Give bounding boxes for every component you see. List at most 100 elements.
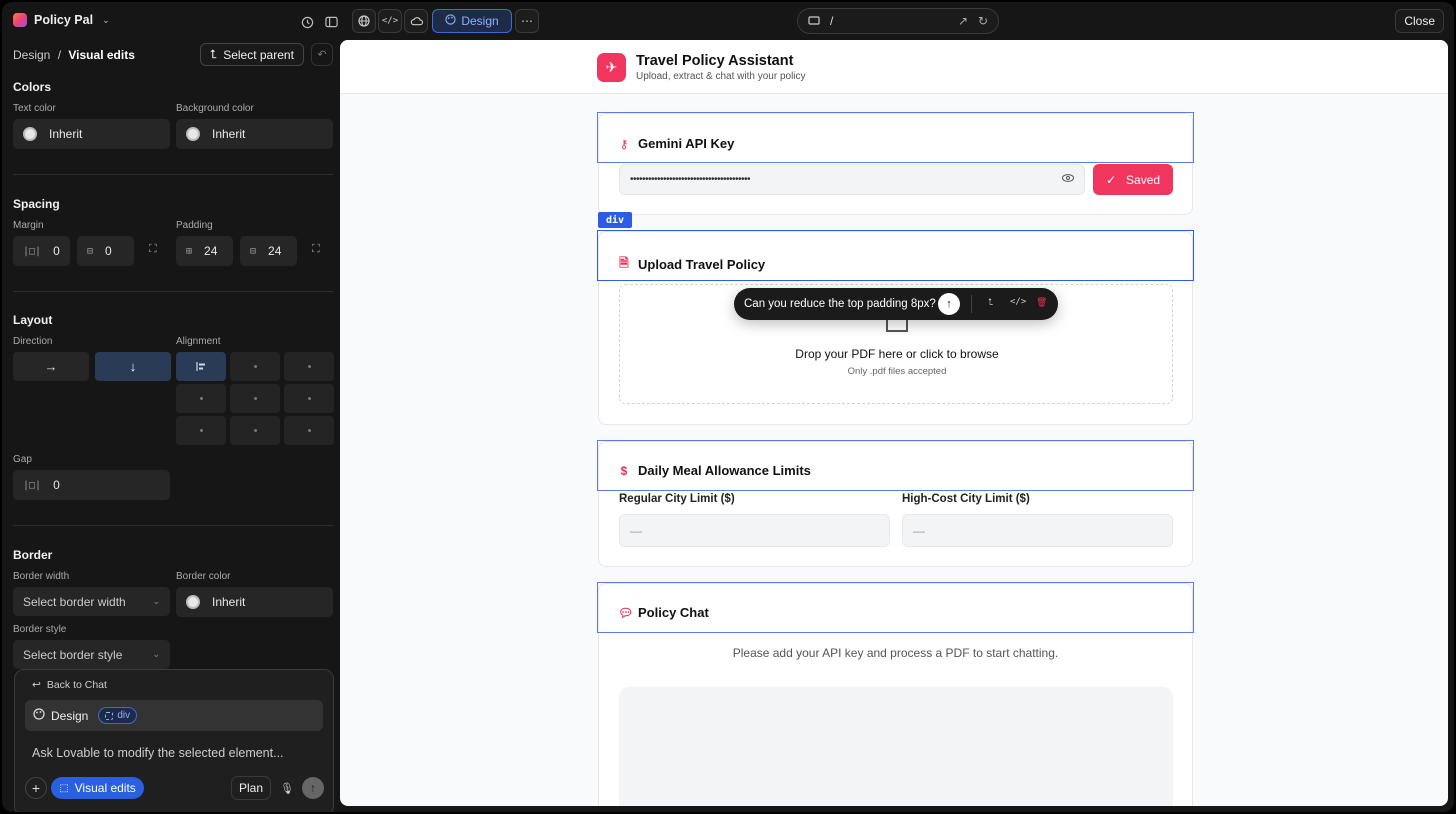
open-external-icon[interactable]: ↗ [958,14,968,28]
colors-section-title: Colors [13,80,52,94]
border-style-select[interactable]: Select border style ⌄ [13,640,170,669]
high-cost-limit-input[interactable]: — [902,514,1173,547]
undo-icon[interactable]: ↶ [311,43,333,66]
chat-messages-area [619,687,1173,806]
saved-label: Saved [1126,172,1161,187]
selected-element-tag: div [598,212,632,228]
project-switcher[interactable]: Policy Pal ⌄ [13,13,110,27]
history-icon[interactable] [296,11,318,33]
code-icon[interactable]: </> [378,9,402,33]
expand-sides-icon[interactable]: ⛶ [312,243,320,256]
dashed-square-icon [105,711,114,720]
visual-edits-button[interactable]: ⬚ Visual edits [51,777,144,799]
select-parent-button[interactable]: ⮤ Select parent [200,43,304,66]
gap-label: Gap [13,454,32,465]
plan-button[interactable]: Plan [231,776,271,800]
align-middle-left-button[interactable] [176,384,226,413]
app-preview: ✈ Travel Policy Assistant Upload, extrac… [340,40,1448,806]
api-key-input[interactable]: •••••••••••••••••••••••••••••••••••••••• [619,164,1085,195]
margin-x-value: 0 [53,244,60,258]
divider [13,291,333,292]
app-title: Travel Policy Assistant [636,53,794,69]
document-icon: 🗎 [619,256,629,270]
visual-edits-label: Visual edits [74,781,136,795]
chevron-down-icon: ⌄ [152,649,160,659]
back-to-chat-label: Back to Chat [46,679,107,691]
design-mode-button[interactable]: Design [432,9,512,33]
margin-label: Margin [13,220,44,231]
breadcrumb-root[interactable]: Design [13,48,50,62]
back-to-chat-link[interactable]: ↩ Back to Chat [32,679,107,691]
more-options-icon[interactable]: ⋯ [515,9,539,33]
policy-chat-title-text: Policy Chat [638,605,709,620]
edit-prompt-text[interactable]: Can you reduce the top padding 8px? [744,298,936,310]
regular-limit-input[interactable]: — [619,514,890,547]
app-header: ✈ Travel Policy Assistant Upload, extrac… [340,40,1448,94]
dropzone-subtitle: Only .pdf files accepted [847,366,947,377]
dropzone-title: Drop your PDF here or click to browse [795,347,999,361]
eye-icon[interactable] [1062,173,1074,185]
element-edit-prompt[interactable]: Can you reduce the top padding 8px? ↑ ⮤ … [734,288,1058,320]
palette-icon [445,14,456,28]
selected-element-chip[interactable]: div [98,707,138,724]
direction-column-button[interactable]: ↓ [95,352,171,381]
url-bar[interactable]: / ↗ ↻ [797,8,999,34]
padding-x-input[interactable]: ⊞ 24 [176,236,233,266]
align-left-icon [196,362,205,371]
refresh-icon[interactable]: ↻ [978,14,988,28]
breadcrumb: Design / Visual edits [13,48,135,62]
cloud-icon[interactable] [404,9,428,33]
api-key-value: •••••••••••••••••••••••••••••••••••••••• [630,174,751,185]
align-top-right-button[interactable] [284,352,334,381]
align-bottom-left-button[interactable] [176,416,226,445]
vertical-spacing-icon: ⊟ [87,245,94,257]
align-bottom-right-button[interactable] [284,416,334,445]
border-width-label: Border width [13,571,70,582]
direction-row-button[interactable]: → [13,352,89,381]
padding-y-input[interactable]: ⊟ 24 [240,236,297,266]
alignment-label: Alignment [176,336,221,347]
arrow-down-icon: ↓ [129,359,137,374]
chevron-down-icon: ⌄ [152,596,160,606]
device-preview-icon[interactable] [808,14,820,28]
globe-icon[interactable] [352,9,376,33]
chat-bubble-icon: 💬︎ [618,605,634,620]
code-icon[interactable]: </> [1010,297,1026,307]
microphone-icon[interactable]: 🎙 [277,777,297,799]
meal-limits-title: $ Daily Meal Allowance Limits [618,463,811,478]
sidebar-toggle-icon[interactable] [320,11,342,33]
divider [13,525,333,526]
trash-icon[interactable]: 🗑 [1036,297,1047,308]
gap-input[interactable]: |□| 0 [13,470,170,500]
align-middle-center-button[interactable] [230,384,280,413]
cursor-select-icon: ⬚ [59,782,69,794]
upload-title: 🗎 Upload Travel Policy [618,254,765,275]
submit-edit-button[interactable]: ↑ [938,293,960,315]
align-top-center-button[interactable] [230,352,280,381]
send-button[interactable]: ↑ [302,777,324,799]
padding-y-value: 24 [268,244,282,258]
api-key-title-text: Gemini API Key [638,136,735,151]
api-key-title: ⚷ Gemini API Key [618,136,735,151]
divider [13,174,333,175]
saved-button[interactable]: ✓ Saved [1093,164,1173,195]
select-parent-icon[interactable]: ⮤ [988,297,993,308]
add-attachment-button[interactable]: + [25,777,47,799]
margin-y-input[interactable]: ⊟ 0 [77,236,134,266]
app-window: Policy Pal ⌄ </> Design ⋯ / ↗ ↻ Close De… [2,2,1454,812]
align-middle-right-button[interactable] [284,384,334,413]
horizontal-padding-icon: ⊞ [186,245,193,257]
align-bottom-center-button[interactable] [230,416,280,445]
layout-section-title: Layout [13,313,53,327]
align-top-left-button[interactable] [176,352,226,381]
border-width-select[interactable]: Select border width ⌄ [13,587,170,616]
close-button[interactable]: Close [1395,9,1444,33]
text-color-picker[interactable]: Inherit [13,119,170,149]
margin-x-input[interactable]: |□| 0 [13,236,70,266]
chat-input[interactable]: Ask Lovable to modify the selected eleme… [32,746,284,760]
text-color-value: Inherit [49,127,83,141]
bg-color-picker[interactable]: Inherit [176,119,333,149]
border-color-picker[interactable]: Inherit [176,587,333,617]
expand-sides-icon[interactable]: ⛶ [149,243,157,256]
margin-y-value: 0 [105,244,112,258]
